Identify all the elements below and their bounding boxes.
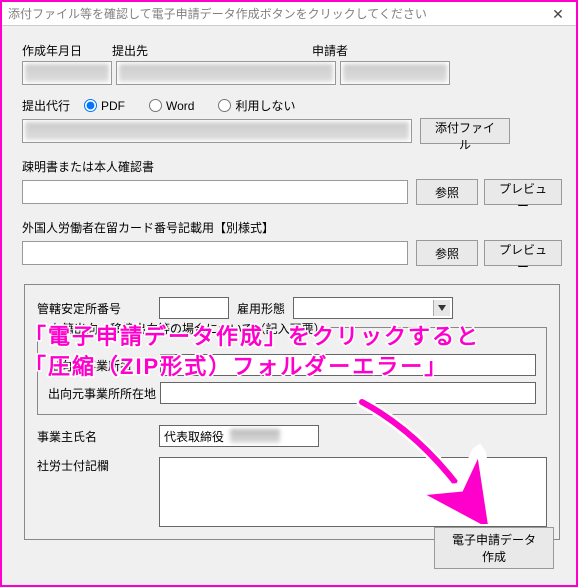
label-origin-address: 出向元事業所所在地 — [48, 385, 160, 402]
destination-field[interactable] — [116, 61, 336, 85]
proxy-radio-group: PDF Word 利用しない — [84, 97, 295, 114]
proof-preview-button[interactable]: プレビュー — [484, 179, 562, 205]
secondment-fieldset: 在籍出向・移籍出向等の場合について（記入不要） 出向元事業所名 出向元事業所所在… — [37, 327, 547, 415]
label-proof-doc: 疎明書または本人確認書 — [22, 158, 562, 175]
creation-date-field[interactable] — [22, 61, 112, 85]
fieldset-legend: 在籍出向・移籍出向等の場合について（記入不要） — [46, 320, 330, 337]
label-sharoshi-notes: 社労士付記欄 — [37, 457, 159, 527]
employment-type-select[interactable] — [293, 297, 453, 319]
proxy-path-field[interactable] — [22, 119, 412, 143]
label-employment-type: 雇用形態 — [237, 300, 285, 317]
origin-address-input[interactable] — [160, 382, 536, 404]
label-creation-date: 作成年月日 — [22, 42, 112, 59]
label-origin-name: 出向元事業所名 — [48, 357, 160, 374]
radio-word[interactable]: Word — [149, 97, 194, 114]
label-proxy: 提出代行 — [22, 97, 70, 114]
office-number-input[interactable] — [159, 297, 229, 319]
applicant-field[interactable] — [340, 61, 450, 85]
close-icon[interactable]: ✕ — [540, 2, 576, 25]
origin-name-input[interactable] — [160, 354, 536, 376]
owner-name-input[interactable]: 代表取締役 — [159, 425, 319, 447]
window-titlebar: 添付ファイル等を確認して電子申請データ作成ボタンをクリックしてください ✕ — [2, 2, 576, 26]
window-title: 添付ファイル等を確認して電子申請データ作成ボタンをクリックしてください — [8, 2, 427, 25]
label-office-number: 管轄安定所番号 — [37, 300, 159, 317]
label-destination: 提出先 — [112, 42, 312, 59]
proof-browse-button[interactable]: 参照 — [416, 179, 478, 205]
proof-path-field[interactable] — [22, 180, 408, 204]
create-data-button[interactable]: 電子申請データ作成 — [434, 527, 554, 569]
sharoshi-notes-textarea[interactable] — [159, 457, 547, 527]
radio-pdf[interactable]: PDF — [84, 97, 125, 114]
foreign-preview-button[interactable]: プレビュー — [484, 240, 562, 266]
foreign-path-field[interactable] — [22, 241, 408, 265]
radio-none[interactable]: 利用しない — [218, 97, 295, 114]
chevron-down-icon — [438, 305, 446, 311]
label-applicant: 申請者 — [312, 42, 512, 59]
label-owner-name: 事業主氏名 — [37, 428, 159, 445]
attach-file-button[interactable]: 添付ファイル — [420, 118, 510, 144]
label-foreign-worker: 外国人労働者在留カード番号記載用【別様式】 — [22, 219, 562, 236]
foreign-browse-button[interactable]: 参照 — [416, 240, 478, 266]
detail-group: 管轄安定所番号 雇用形態 在籍出向・移籍出向等の場合について（記入不要） 出向元… — [24, 284, 560, 540]
